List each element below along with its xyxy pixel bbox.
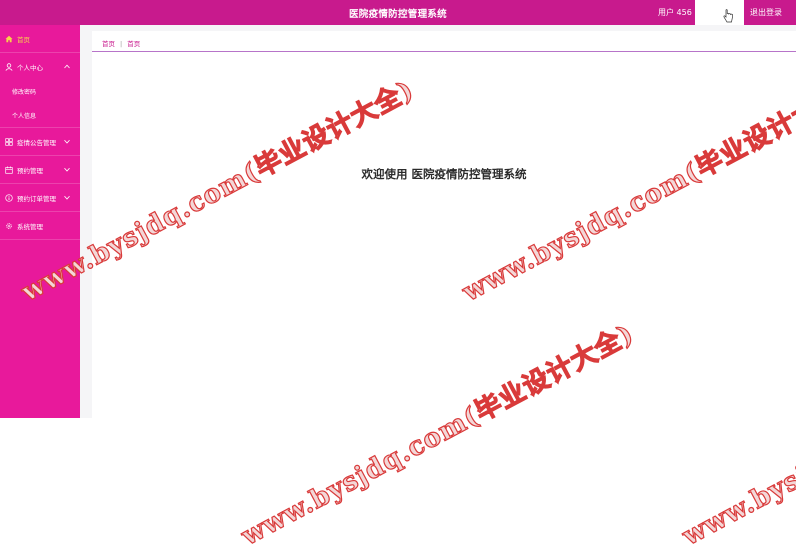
sidebar-subitem-change-password[interactable]: 修改密码 — [12, 87, 36, 96]
sidebar-item-home[interactable]: 首页 — [0, 25, 80, 52]
user-menu-box[interactable] — [695, 0, 744, 25]
breadcrumb: 首页 | 首页 — [102, 38, 140, 48]
sidebar-item-label: 疫情公告管理 — [17, 138, 56, 147]
sidebar-item-appointment-orders[interactable]: 预约订单管理 — [0, 184, 80, 211]
welcome-message: 欢迎使用 医院疫情防控管理系统 — [361, 167, 527, 181]
user-label: 用户 456 — [658, 8, 692, 17]
sidebar-item-profile[interactable]: 个人中心 — [0, 53, 80, 80]
sidebar-item-system[interactable]: 系统管理 — [0, 212, 80, 239]
sidebar-item-label: 首页 — [17, 35, 30, 44]
sidebar-item-label: 系统管理 — [17, 222, 43, 231]
breadcrumb-home[interactable]: 首页 — [102, 38, 115, 48]
calendar-icon — [5, 166, 13, 174]
hand-cursor-icon — [723, 9, 733, 23]
sidebar-subitem-personal-info[interactable]: 个人信息 — [12, 111, 36, 120]
sidebar-item-appointments[interactable]: 预约管理 — [0, 156, 80, 183]
chevron-down-icon — [64, 139, 70, 144]
chevron-down-icon — [64, 195, 70, 200]
chevron-down-icon — [64, 167, 70, 172]
gear-icon — [6, 222, 12, 229]
sidebar-item-label: 预约订单管理 — [17, 194, 56, 203]
main-panel — [92, 31, 796, 418]
breadcrumb-current: 首页 — [127, 40, 141, 48]
sidebar-item-label: 预约管理 — [17, 166, 43, 175]
chevron-up-icon — [64, 64, 70, 68]
user-icon — [5, 62, 13, 71]
breadcrumb-underline — [92, 51, 796, 52]
home-icon — [5, 35, 13, 42]
info-icon — [5, 193, 13, 202]
breadcrumb-separator: | — [120, 40, 123, 48]
grid-icon — [5, 137, 13, 146]
logout-button[interactable]: 退出登录 — [750, 7, 782, 18]
sidebar-item-announcements[interactable]: 疫情公告管理 — [0, 128, 80, 155]
sidebar-item-label: 个人中心 — [17, 63, 43, 72]
divider — [0, 239, 80, 240]
